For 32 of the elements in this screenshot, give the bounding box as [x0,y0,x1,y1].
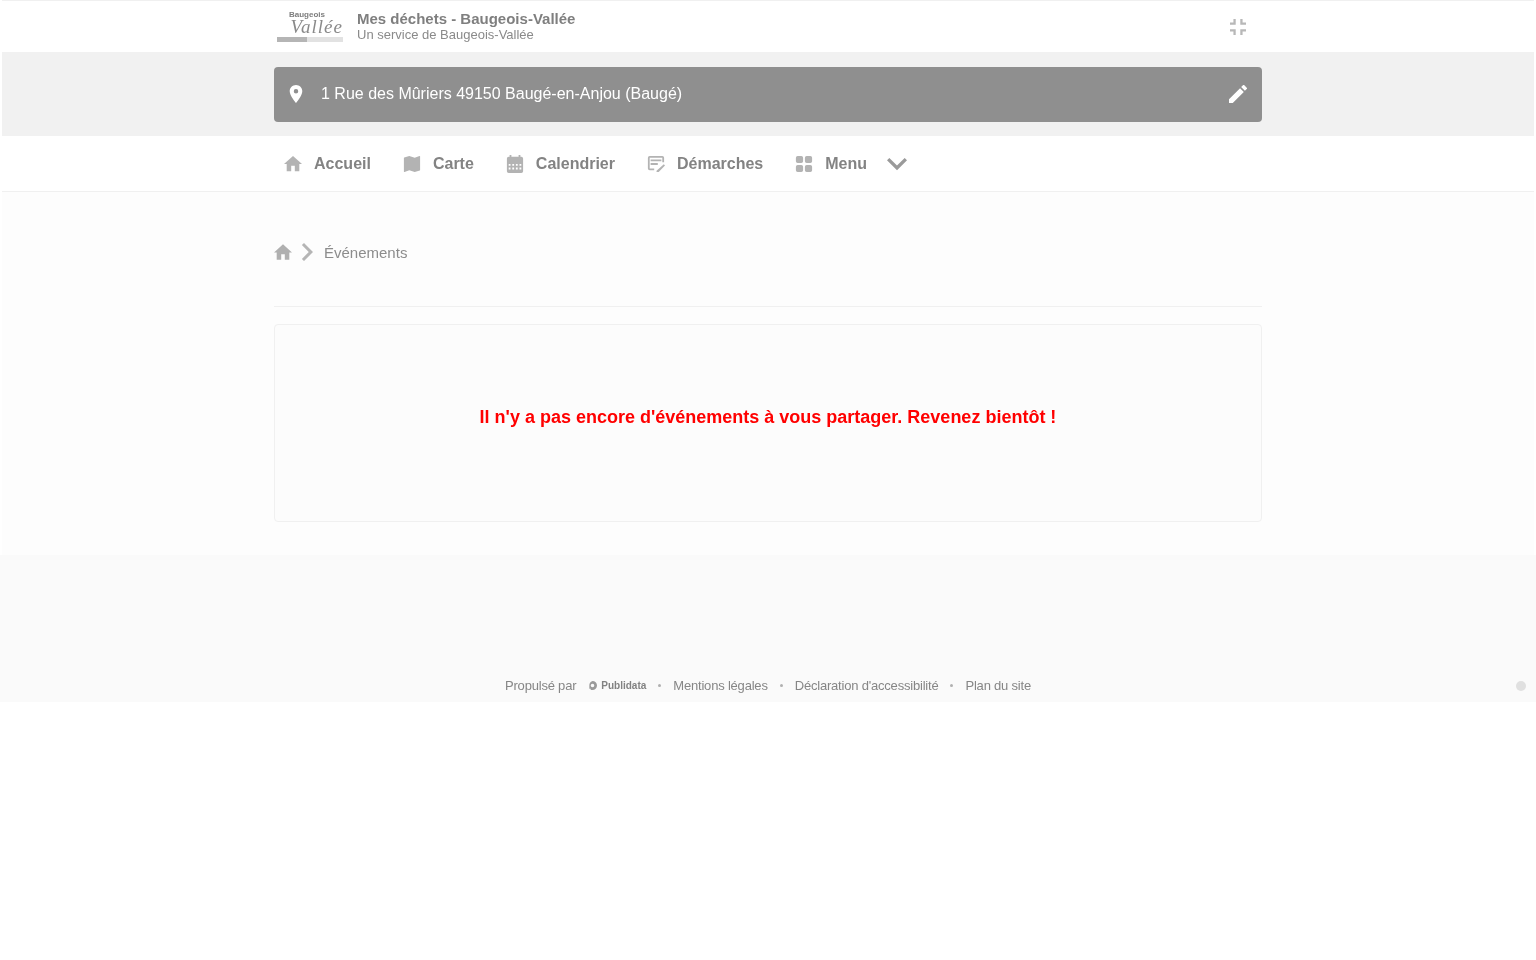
pencil-icon[interactable] [1229,85,1247,103]
home-icon[interactable] [274,243,292,261]
powered-by-text: Propulsé par [505,678,577,693]
footer-link[interactable]: Déclaration d'accessibilité [794,678,939,693]
logo-band [277,37,343,42]
dot-separator-icon [950,684,954,687]
publisher-link[interactable]: Publidata [588,680,647,691]
calendar-icon [505,154,524,173]
footer-link[interactable]: Plan du site [965,678,1031,693]
map-icon [402,154,421,173]
breadcrumb-current: Événements [324,243,408,261]
nav-item[interactable]: Calendrier [495,136,625,191]
site-title: Mes déchets - Baugeois-Vallée [357,11,576,28]
footer-link[interactable]: Mentions légales [673,678,768,693]
logo-script-text: Vallée [290,17,343,36]
address-field[interactable]: 1 Rue des Mûriers 49150 Baugé-en-Anjou (Baugé) [274,66,1262,122]
nav-item[interactable]: Accueil [274,136,381,191]
home-icon [284,154,302,173]
site-subtitle: Un service de Baugeois-Vallée [357,27,534,42]
dot-separator-icon [779,684,783,687]
empty-message: Il n'y a pas encore d'événements à vous partager. Revenez bientôt ! [479,406,1057,428]
collapse-icon[interactable] [1230,18,1246,35]
nav-item[interactable]: Carte [392,136,484,191]
grid-icon [795,154,814,173]
nav-item[interactable]: Démarches [636,136,774,191]
circle-icon [1516,681,1526,691]
form-pencil-icon [646,154,665,173]
nav-item[interactable]: Menu [785,136,918,191]
location-pin-icon [287,85,305,103]
dot-separator-icon [658,684,662,687]
p-logo-icon [588,681,598,690]
logo-wordmark: Baugeois [289,11,325,19]
